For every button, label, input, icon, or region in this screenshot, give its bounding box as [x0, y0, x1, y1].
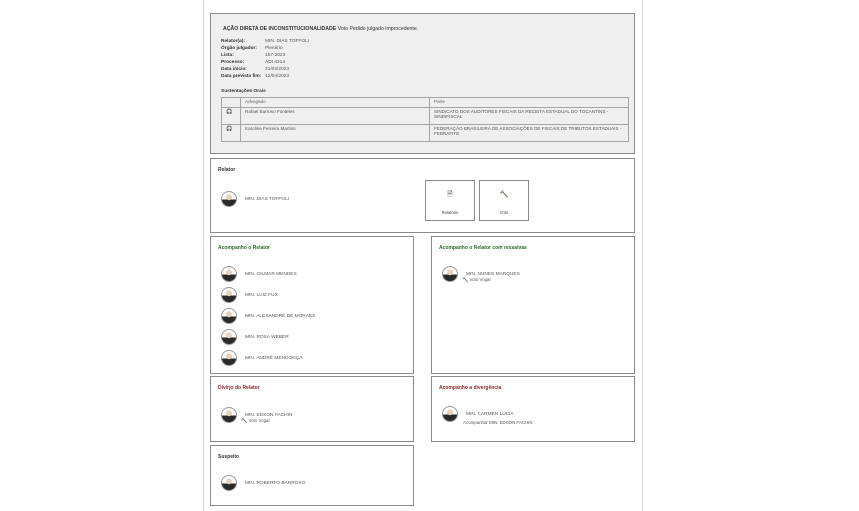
- detail-orgao: Órgão julgador: Plenário: [221, 46, 283, 51]
- member-note: Acompanhar MIN. EDSON FACHIN: [463, 420, 533, 425]
- avatar: [221, 407, 237, 423]
- avatar: [221, 350, 237, 366]
- advogado-cell: Rafael Barroso Fonteles: [240, 107, 430, 125]
- column-header-advogado: Advogado: [240, 97, 430, 108]
- headphones-icon[interactable]: 🎧: [221, 107, 241, 125]
- list-item: MIN. ROSA WEBER: [221, 328, 289, 346]
- list-item: MIN. LUIZ FUX: [221, 286, 278, 304]
- sustentacoes-table: Advogado Parte 🎧 Rafael Barroso Fonteles…: [221, 97, 629, 142]
- gavel-icon: 🔨: [241, 418, 248, 424]
- voto-vogal-link[interactable]: 🔨 Voto Vogal: [241, 418, 269, 424]
- section-title: Acompanho a divergência: [439, 385, 502, 391]
- divirjo-section: Divirjo do Relator MIN. EDSON FACHIN 🔨 V…: [210, 376, 414, 442]
- section-title: Acompanho o Relator com ressalvas: [439, 245, 527, 251]
- detail-lista: Lista: 157-2023: [221, 53, 286, 58]
- list-item: MIN. ROBERTO BARROSO: [221, 474, 305, 492]
- avatar: [442, 266, 458, 282]
- list-item: MIN. ANDRÉ MENDONÇA: [221, 349, 302, 367]
- avatar: [221, 266, 237, 282]
- detail-data-inicio: Data início: 31/03/2023: [221, 67, 290, 72]
- column-header-parte: Parte: [429, 97, 629, 108]
- session-info-panel: AÇÃO DIRETA DE INCONSTITUCIONALIDADE Vot…: [210, 13, 635, 154]
- divergencia-section: Acompanho a divergência MIN. CARMEN LÚCI…: [431, 376, 635, 442]
- sustentacoes-title: Sustentações Orais: [221, 89, 266, 94]
- avatar: [221, 475, 237, 491]
- gavel-icon: 🔨: [499, 191, 509, 198]
- avatar: [221, 329, 237, 345]
- gavel-icon: 🔨: [462, 277, 469, 283]
- detail-relator: Relator(a): MIN. DIAS TOFFOLI: [221, 39, 310, 44]
- detail-processo: Processo: ADI 4214: [221, 60, 286, 65]
- relatorio-button[interactable]: 🗎 Relatório: [425, 180, 475, 221]
- table-row: 🎧 Rafael Barroso Fonteles SINDICATO DOS …: [221, 107, 629, 125]
- table-row: 🎧 Karoline Ferreira Martins FEDERAÇÃO BR…: [221, 124, 629, 142]
- table-header-row: Advogado Parte: [221, 97, 629, 108]
- parte-cell: FEDERAÇÃO BRASILEIRA DE ASSOCIAÇÕES DE F…: [429, 124, 629, 142]
- avatar: [221, 191, 237, 207]
- suspeito-section: Suspeito MIN. ROBERTO BARROSO: [210, 445, 414, 506]
- acompanho-relator-section: Acompanho o Relator MIN. GILMAR MENDES M…: [210, 236, 414, 374]
- acompanho-ressalvas-section: Acompanho o Relator com ressalvas MIN. N…: [431, 236, 635, 374]
- section-title: Divirjo do Relator: [218, 385, 260, 391]
- parte-cell: SINDICATO DOS AUDITORES FISCAIS DA RECEI…: [429, 107, 629, 125]
- voto-vogal-link[interactable]: 🔨 Voto Vogal: [462, 277, 490, 283]
- list-item: MIN. GILMAR MENDES: [221, 265, 297, 283]
- document-icon: 🗎: [447, 191, 453, 198]
- relator-title: Relator: [218, 167, 236, 173]
- avatar: [221, 308, 237, 324]
- detail-data-fim: Data prevista fim: 12/04/2023: [221, 74, 290, 79]
- relator-member: MIN. DIAS TOFFOLI: [221, 190, 289, 208]
- advogado-cell: Karoline Ferreira Martins: [240, 124, 430, 142]
- avatar: [442, 406, 458, 422]
- section-title: Acompanho o Relator: [218, 245, 270, 251]
- section-title: Suspeito: [218, 454, 240, 460]
- list-item: MIN. ALEXANDRE DE MORAES: [221, 307, 315, 325]
- relator-section: Relator MIN. DIAS TOFFOLI: [210, 158, 635, 233]
- session-title: AÇÃO DIRETA DE INCONSTITUCIONALIDADE Vot…: [223, 26, 419, 32]
- headphones-icon[interactable]: 🎧: [221, 124, 241, 142]
- member-name: MIN. DIAS TOFFOLI: [245, 196, 290, 202]
- avatar: [221, 287, 237, 303]
- voto-button[interactable]: 🔨 Voto: [479, 180, 529, 221]
